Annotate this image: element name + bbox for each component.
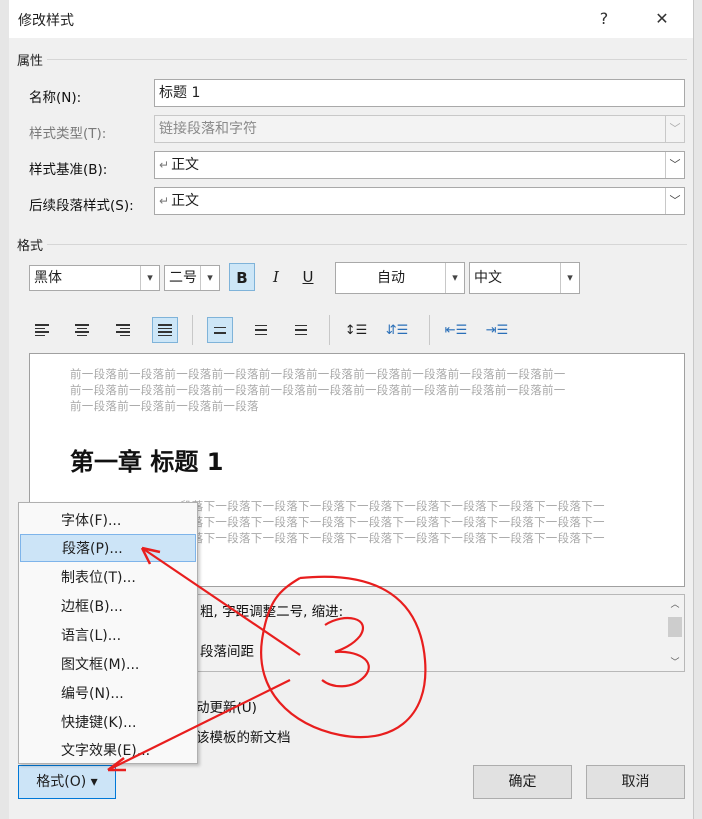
menu-item-border[interactable]: 边框(B)... xyxy=(20,593,196,621)
new-documents-radio[interactable]: 该模板的新文档 xyxy=(196,726,291,746)
chevron-down-icon: ▾ xyxy=(560,263,579,293)
preview-line: 前一段落前一段落前一段落前一段落 xyxy=(70,399,259,413)
align-right-icon xyxy=(116,324,130,336)
align-left-icon xyxy=(35,324,49,336)
chevron-down-icon: ﹀ xyxy=(665,116,684,142)
previous-paragraph-text: 前一段落前一段落前一段落前一段落前一段落前一段落前一段落前一段落前一段落前一段落… xyxy=(70,366,630,414)
spacing-increase-icon: ↕☰ xyxy=(344,322,368,338)
preview-line: 段落下一段落下一段落下一段落下一段落下一段落下一段落下一段落下一段落下一 xyxy=(180,531,605,545)
properties-section-title: 属性 xyxy=(17,54,44,69)
based-on-value: 正文 xyxy=(171,157,200,173)
script-value: 中文 xyxy=(474,270,502,286)
style-type-value: 链接段落和字符 xyxy=(159,121,257,137)
decrease-indent-icon: ⇤☰ xyxy=(444,322,468,338)
font-size-select[interactable]: 二号 ▾ xyxy=(164,265,220,291)
underline-button[interactable]: U xyxy=(295,263,321,291)
italic-button[interactable]: I xyxy=(263,263,289,291)
one-half-spacing-icon xyxy=(255,324,267,336)
style-type-label: 样式类型(T): xyxy=(29,126,107,142)
menu-item-frame[interactable]: 图文框(M)... xyxy=(20,651,196,679)
next-paragraph-text: 段落下一段落下一段落下一段落下一段落下一段落下一段落下一段落下一段落下一 段落下… xyxy=(180,498,630,546)
toolbar-separator xyxy=(429,315,430,345)
description-scrollbar[interactable]: ︿ ﹀ xyxy=(666,595,684,671)
align-left-button[interactable] xyxy=(29,317,55,343)
preview-line: 前一段落前一段落前一段落前一段落前一段落前一段落前一段落前一段落前一段落前一段落… xyxy=(70,367,566,381)
decrease-indent-button[interactable]: ⇤☰ xyxy=(443,317,469,343)
next-style-select[interactable]: ↵ 正文 ﹀ xyxy=(154,187,685,215)
one-half-spacing-button[interactable] xyxy=(248,317,274,343)
scroll-up-icon[interactable]: ︿ xyxy=(668,597,682,610)
chevron-down-icon: ﹀ xyxy=(665,152,684,178)
menu-item-text-effects[interactable]: 文字效果(E)... xyxy=(20,737,196,765)
align-center-button[interactable] xyxy=(69,317,95,343)
ok-button[interactable]: 确定 xyxy=(473,765,572,799)
menu-item-numbering[interactable]: 编号(N)... xyxy=(20,680,196,708)
format-section-title: 格式 xyxy=(17,239,44,254)
scroll-down-icon[interactable]: ﹀ xyxy=(668,655,682,668)
auto-update-checkbox[interactable]: 动更新(U) xyxy=(196,696,257,716)
bold-button[interactable]: B xyxy=(229,263,255,291)
close-button[interactable]: ✕ xyxy=(647,6,677,32)
title-bar: 修改样式 ? ✕ xyxy=(9,0,693,38)
menu-item-tabs[interactable]: 制表位(T)... xyxy=(20,564,196,592)
menu-item-font[interactable]: 字体(F)... xyxy=(20,507,196,535)
menu-item-paragraph[interactable]: 段落(P)... xyxy=(20,534,196,562)
format-menu: 字体(F)... 段落(P)... 制表位(T)... 边框(B)... 语言(… xyxy=(18,502,198,764)
justify-button[interactable] xyxy=(152,317,178,343)
properties-divider xyxy=(47,59,687,60)
new-documents-label: 该模板的新文档 xyxy=(196,730,291,746)
description-line-1: 粗, 字距调整二号, 缩进: xyxy=(200,604,344,620)
single-spacing-icon xyxy=(214,326,226,334)
align-center-icon xyxy=(75,324,89,336)
auto-update-label: 动更新(U) xyxy=(196,700,257,716)
name-value: 标题 1 xyxy=(159,85,201,101)
menu-item-language[interactable]: 语言(L)... xyxy=(20,622,196,650)
chevron-down-icon: ▾ xyxy=(445,263,464,293)
font-color-select[interactable]: 自动 ▾ xyxy=(335,262,465,294)
help-button[interactable]: ? xyxy=(589,6,619,32)
chevron-down-icon: ▾ xyxy=(200,266,219,290)
description-line-2: 段落间距 xyxy=(200,644,254,660)
scroll-thumb[interactable] xyxy=(668,617,682,637)
based-on-label: 样式基准(B): xyxy=(29,162,108,178)
increase-indent-button[interactable]: ⇥☰ xyxy=(484,317,510,343)
preview-line: 前一段落前一段落前一段落前一段落前一段落前一段落前一段落前一段落前一段落前一段落… xyxy=(70,383,566,397)
format-menu-button[interactable]: 格式(O) ▾ xyxy=(18,765,116,799)
increase-paragraph-spacing-button[interactable]: ↕☰ xyxy=(343,317,369,343)
preview-heading: 第一章 标题 1 xyxy=(70,448,224,476)
format-divider xyxy=(47,244,687,245)
name-field[interactable]: 标题 1 xyxy=(154,79,685,107)
double-spacing-button[interactable] xyxy=(288,317,314,343)
name-label: 名称(N): xyxy=(29,90,82,106)
chevron-down-icon: ﹀ xyxy=(665,188,684,214)
increase-indent-icon: ⇥☰ xyxy=(485,322,509,338)
menu-item-shortcut[interactable]: 快捷键(K)... xyxy=(20,709,196,737)
cancel-button[interactable]: 取消 xyxy=(586,765,685,799)
decrease-paragraph-spacing-button[interactable]: ⇵☰ xyxy=(384,317,410,343)
chevron-down-icon: ▾ xyxy=(140,266,159,290)
font-select[interactable]: 黑体 ▾ xyxy=(29,265,160,291)
next-style-label: 后续段落样式(S): xyxy=(29,198,134,214)
style-type-select: 链接段落和字符 ﹀ xyxy=(154,115,685,143)
paragraph-mark-icon: ↵ xyxy=(159,194,170,208)
font-value: 黑体 xyxy=(34,270,62,286)
paragraph-mark-icon: ↵ xyxy=(159,158,170,172)
font-color-value: 自动 xyxy=(377,270,405,286)
script-select[interactable]: 中文 ▾ xyxy=(469,262,580,294)
font-size-value: 二号 xyxy=(169,270,197,286)
spacing-decrease-icon: ⇵☰ xyxy=(385,322,409,338)
toolbar-separator xyxy=(329,315,330,345)
background-window-right xyxy=(693,0,702,819)
modify-style-dialog: 修改样式 ? ✕ 属性 名称(N): 标题 1 样式类型(T): 链接段落和字符… xyxy=(9,0,693,819)
based-on-select[interactable]: ↵ 正文 ﹀ xyxy=(154,151,685,179)
next-style-value: 正文 xyxy=(171,193,200,209)
preview-line: 段落下一段落下一段落下一段落下一段落下一段落下一段落下一段落下一段落下一 xyxy=(180,499,605,513)
preview-line: 段落下一段落下一段落下一段落下一段落下一段落下一段落下一段落下一段落下一 xyxy=(180,515,605,529)
toolbar-separator xyxy=(192,315,193,345)
align-right-button[interactable] xyxy=(110,317,136,343)
double-spacing-icon xyxy=(295,324,307,336)
justify-icon xyxy=(158,324,172,336)
single-spacing-button[interactable] xyxy=(207,317,233,343)
dialog-title: 修改样式 xyxy=(18,13,74,29)
